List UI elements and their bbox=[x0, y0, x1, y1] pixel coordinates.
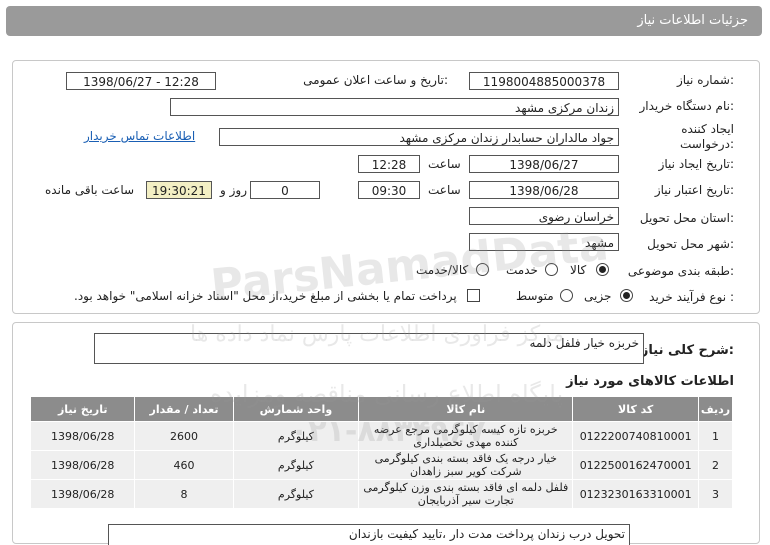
buyer-name-field: زندان مرکزی مشهد bbox=[170, 98, 619, 116]
table-row: 1398/06/28 8 کیلوگرم فلفل دلمه ای فاقد ب… bbox=[29, 479, 734, 509]
category-option-service: خدمت bbox=[506, 263, 538, 277]
col-qty: تعداد / مقدار bbox=[134, 396, 234, 422]
page-header: جزئیات اطلاعات نیاز bbox=[6, 6, 762, 36]
treasury-payment-note: پرداخت تمام یا بخشی از مبلغ خرید،از محل … bbox=[74, 289, 457, 303]
table-row: 1398/06/28 2600 کیلوگرم خربزه تازه کیسه … bbox=[29, 421, 734, 451]
process-option-minor: جزیی bbox=[584, 289, 612, 303]
need-number-label: شماره نیاز: bbox=[676, 73, 734, 87]
process-radio-medium[interactable] bbox=[560, 289, 573, 302]
need-number-field: 1198004885000378 bbox=[469, 72, 619, 90]
category-radio-goods-service[interactable] bbox=[476, 263, 489, 276]
province-field: خراسان رضوی bbox=[469, 207, 619, 225]
row-code: 0122200740810001 bbox=[572, 421, 699, 451]
valid-time-field: 09:30 bbox=[358, 181, 420, 199]
days-label: روز و bbox=[220, 183, 247, 197]
col-index: ردیف bbox=[697, 396, 734, 422]
row-date: 1398/06/28 bbox=[29, 450, 136, 480]
items-table-header: تاریخ نیاز تعداد / مقدار واحد شمارش نام … bbox=[29, 396, 734, 422]
city-label: شهر محل تحویل: bbox=[647, 237, 734, 251]
buyer-name-label: نام دستگاه خریدار: bbox=[639, 99, 735, 113]
row-name: خیار درجه یک فاقد بسته بندی کیلوگرمی شرک… bbox=[358, 450, 574, 480]
page-title: جزئیات اطلاعات نیاز bbox=[637, 13, 748, 28]
description-label: شرح کلی نیاز: bbox=[640, 343, 734, 358]
process-label: نوع فرآیند خرید : bbox=[649, 290, 734, 304]
row-index: 2 bbox=[697, 450, 734, 480]
row-name: خربزه تازه کیسه کیلوگرمی مرجع عرضه کننده… bbox=[358, 421, 574, 451]
treasury-payment-checkbox[interactable] bbox=[467, 289, 480, 302]
announce-datetime-label: تاریخ و ساعت اعلان عمومی: bbox=[303, 73, 448, 87]
col-unit: واحد شمارش bbox=[232, 396, 360, 422]
category-option-goods: کالا bbox=[570, 263, 587, 277]
creator-label: ایجاد کننده درخواست: bbox=[680, 122, 734, 151]
category-radio-goods[interactable] bbox=[596, 263, 609, 276]
row-unit: کیلوگرم bbox=[232, 421, 360, 451]
buyer-contact-link[interactable]: اطلاعات تماس خریدار bbox=[84, 129, 195, 143]
created-time-label: ساعت bbox=[428, 157, 461, 171]
category-option-goods-service: کالا/خدمت bbox=[416, 263, 469, 277]
table-row: 1398/06/28 460 کیلوگرم خیار درجه یک فاقد… bbox=[29, 450, 734, 480]
notes-field: تحویل درب زندان پرداخت مدت دار ،تایید کی… bbox=[108, 524, 630, 545]
row-qty: 8 bbox=[134, 479, 234, 509]
valid-date-label: تاریخ اعتبار نیاز: bbox=[654, 183, 734, 197]
category-radio-service[interactable] bbox=[545, 263, 558, 276]
row-unit: کیلوگرم bbox=[232, 450, 360, 480]
row-qty: 2600 bbox=[134, 421, 234, 451]
row-name: فلفل دلمه ای فاقد بسته بندی وزن کیلوگرمی… bbox=[358, 479, 574, 509]
creator-field: جواد مالداران حسابدار زندان مرکزی مشهد bbox=[219, 128, 619, 146]
remaining-time-field: 19:30:21 bbox=[146, 181, 212, 199]
row-date: 1398/06/28 bbox=[29, 479, 136, 509]
row-index: 1 bbox=[697, 421, 734, 451]
remaining-label: ساعت باقی مانده bbox=[45, 183, 135, 197]
announce-datetime-field: 1398/06/27 - 12:28 bbox=[66, 72, 216, 90]
city-field: مشهد bbox=[469, 233, 619, 251]
created-date-label: تاریخ ایجاد نیاز: bbox=[658, 157, 734, 171]
description-field: خربزه خیار فلفل دلمه bbox=[94, 333, 644, 364]
province-label: استان محل تحویل: bbox=[639, 211, 734, 225]
process-option-medium: متوسط bbox=[516, 289, 554, 303]
row-unit: کیلوگرم bbox=[232, 479, 360, 509]
row-index: 3 bbox=[697, 479, 734, 509]
valid-date-field: 1398/06/28 bbox=[469, 181, 619, 199]
row-qty: 460 bbox=[134, 450, 234, 480]
remaining-days-field: 0 bbox=[250, 181, 320, 199]
created-time-field: 12:28 bbox=[358, 155, 420, 173]
col-name: نام کالا bbox=[358, 396, 574, 422]
process-radio-minor[interactable] bbox=[620, 289, 633, 302]
col-date: تاریخ نیاز bbox=[29, 396, 136, 422]
row-code: 0122500162470001 bbox=[572, 450, 699, 480]
row-date: 1398/06/28 bbox=[29, 421, 136, 451]
col-code: کد کالا bbox=[572, 396, 699, 422]
created-date-field: 1398/06/27 bbox=[469, 155, 619, 173]
row-code: 0123230163310001 bbox=[572, 479, 699, 509]
valid-time-label: ساعت bbox=[428, 183, 461, 197]
category-label: طبقه بندی موضوعی: bbox=[627, 264, 734, 278]
items-table: تاریخ نیاز تعداد / مقدار واحد شمارش نام … bbox=[29, 396, 734, 509]
items-section-title: اطلاعات کالاهای مورد نیاز bbox=[566, 374, 734, 389]
